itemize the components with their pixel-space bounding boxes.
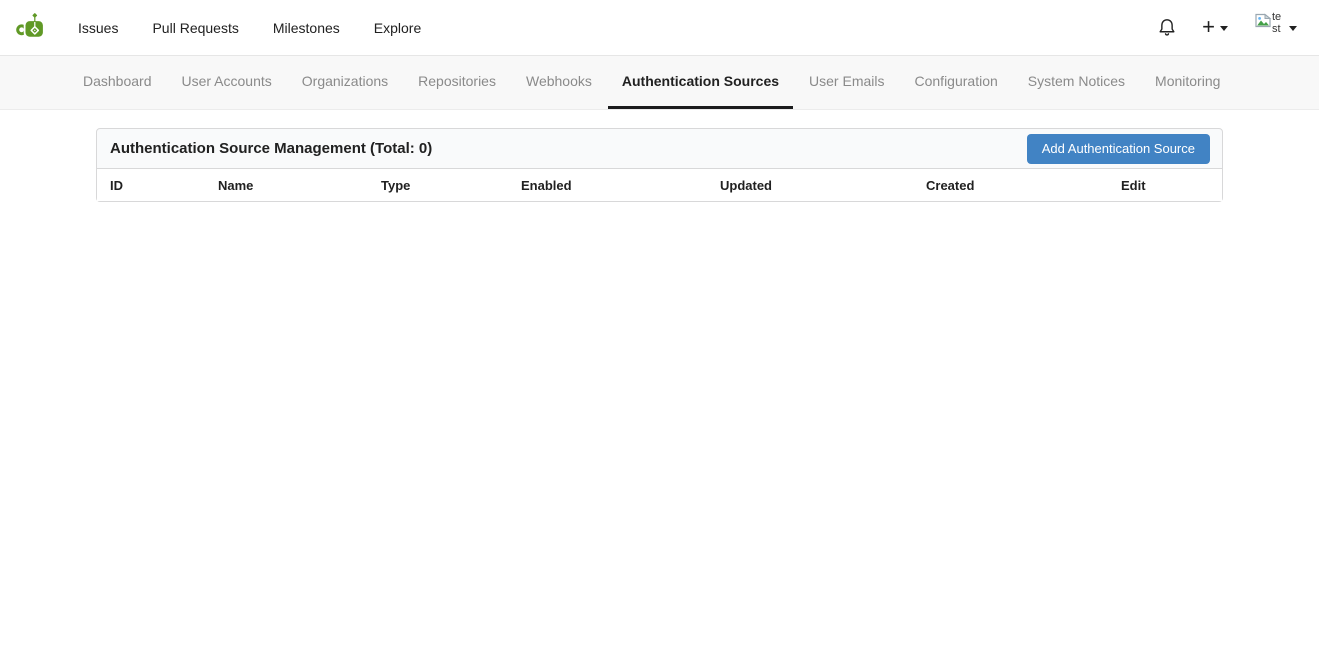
create-new-dropdown[interactable]: + bbox=[1189, 17, 1241, 39]
home-logo-link[interactable] bbox=[16, 0, 47, 55]
avatar-alt-text: test bbox=[1272, 11, 1283, 35]
tab-system-notices[interactable]: System Notices bbox=[1014, 56, 1139, 109]
caret-down-icon bbox=[1289, 26, 1297, 31]
main-content: Authentication Source Management (Total:… bbox=[96, 128, 1223, 202]
tab-dashboard[interactable]: Dashboard bbox=[69, 56, 166, 109]
column-header-created: Created bbox=[913, 169, 1108, 201]
column-header-type: Type bbox=[368, 169, 508, 201]
plus-icon: + bbox=[1202, 16, 1215, 38]
auth-sources-table: ID Name Type Enabled Updated Created Edi… bbox=[96, 169, 1223, 202]
caret-down-icon bbox=[1220, 26, 1228, 31]
column-header-id: ID bbox=[97, 169, 205, 201]
tab-monitoring[interactable]: Monitoring bbox=[1141, 56, 1234, 109]
primary-nav: Issues Pull Requests Milestones Explore bbox=[61, 0, 438, 55]
tab-authentication-sources[interactable]: Authentication Sources bbox=[608, 56, 793, 109]
tab-user-emails[interactable]: User Emails bbox=[795, 56, 898, 109]
nav-item-milestones[interactable]: Milestones bbox=[257, 0, 356, 55]
notifications-button[interactable] bbox=[1145, 18, 1189, 37]
column-header-updated: Updated bbox=[707, 169, 913, 201]
table-header-row: ID Name Type Enabled Updated Created Edi… bbox=[97, 169, 1222, 201]
admin-tab-bar: Dashboard User Accounts Organizations Re… bbox=[0, 56, 1319, 110]
page-title: Authentication Source Management (Total:… bbox=[110, 140, 432, 157]
add-authentication-source-button[interactable]: Add Authentication Source bbox=[1027, 134, 1210, 164]
column-header-edit: Edit bbox=[1108, 169, 1222, 201]
bell-icon bbox=[1158, 18, 1176, 37]
nav-item-issues[interactable]: Issues bbox=[62, 0, 134, 55]
broken-image-icon bbox=[1255, 13, 1272, 28]
column-header-enabled: Enabled bbox=[508, 169, 707, 201]
avatar: test bbox=[1255, 11, 1282, 45]
tab-webhooks[interactable]: Webhooks bbox=[512, 56, 606, 109]
gitea-logo-icon bbox=[16, 13, 47, 43]
panel-header: Authentication Source Management (Total:… bbox=[96, 128, 1223, 169]
navbar-right: + test bbox=[1145, 0, 1297, 55]
tab-repositories[interactable]: Repositories bbox=[404, 56, 510, 109]
nav-item-pull-requests[interactable]: Pull Requests bbox=[136, 0, 254, 55]
nav-item-explore[interactable]: Explore bbox=[358, 0, 437, 55]
top-navbar: Issues Pull Requests Milestones Explore … bbox=[0, 0, 1319, 56]
user-menu-dropdown[interactable]: test bbox=[1241, 11, 1297, 45]
column-header-name: Name bbox=[205, 169, 368, 201]
tab-configuration[interactable]: Configuration bbox=[901, 56, 1012, 109]
tab-user-accounts[interactable]: User Accounts bbox=[168, 56, 286, 109]
tab-organizations[interactable]: Organizations bbox=[288, 56, 402, 109]
